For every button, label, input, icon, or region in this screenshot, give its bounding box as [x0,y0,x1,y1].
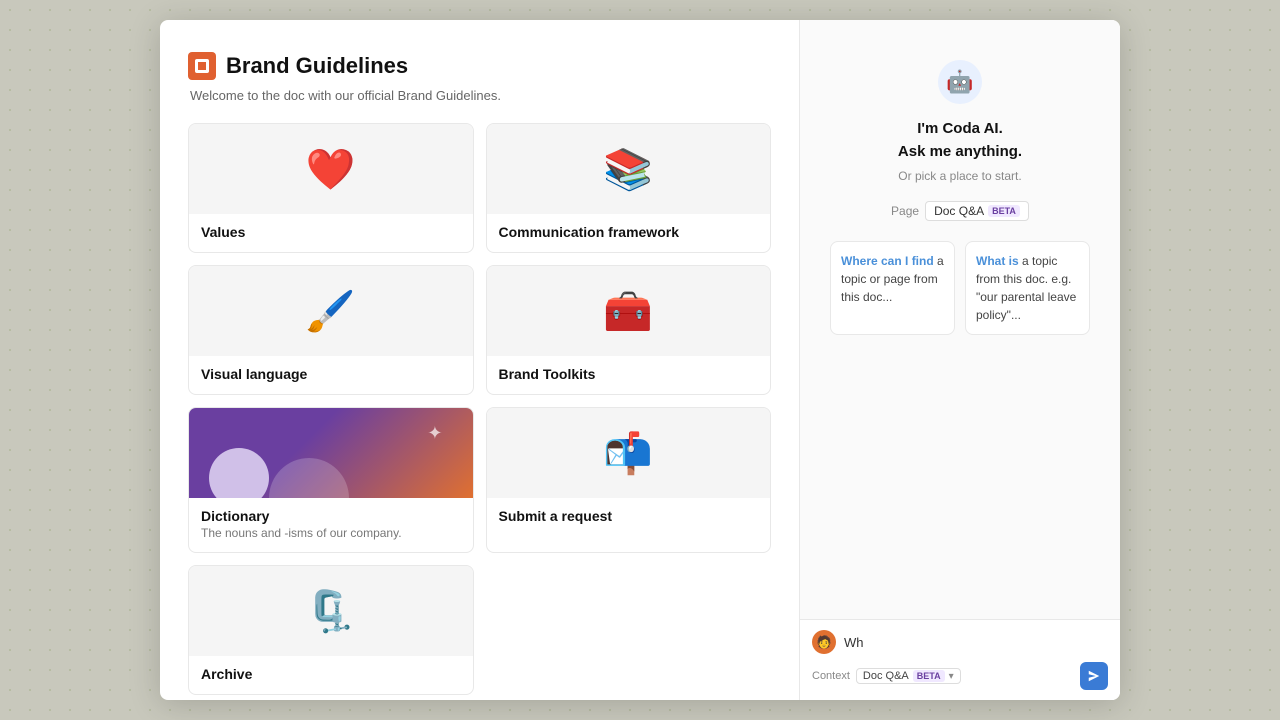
dict-circle-decoration [209,448,269,498]
card-values-image: ❤️ [189,124,473,214]
card-archive[interactable]: 🗜️ Archive [188,565,474,695]
card-comm-image: 📚 [487,124,771,214]
main-window: Brand Guidelines Welcome to the doc with… [160,20,1120,700]
suggestion-card-whatis[interactable]: What is a topic from this doc. e.g. "our… [965,241,1090,335]
right-panel: 🤖 I'm Coda AI. Ask me anything. Or pick … [800,20,1120,700]
card-visual-label: Visual language [201,366,461,382]
tab-docqa[interactable]: Doc Q&A BETA [925,201,1029,221]
ai-section: 🤖 I'm Coda AI. Ask me anything. Or pick … [800,20,1120,619]
card-toolkits-image: 🧰 [487,266,771,356]
card-archive-image: 🗜️ [189,566,473,656]
suggestion-whatis-highlight: What is [976,254,1019,268]
card-communication-framework[interactable]: 📚 Communication framework [486,123,772,253]
card-archive-label: Archive [201,666,461,682]
chat-context-row: Context Doc Q&A BETA ▾ [812,662,1108,690]
card-dictionary[interactable]: ✦ Dictionary The nouns and -isms of our … [188,407,474,553]
coda-logo-inner [195,59,209,73]
context-chevron-down-icon: ▾ [949,671,954,682]
context-docqa-pill[interactable]: Doc Q&A BETA ▾ [856,668,961,684]
context-row-left: Context Doc Q&A BETA ▾ [812,668,961,684]
suggestion-find-highlight: Where can I find [841,254,934,268]
card-dictionary-label: Dictionary [201,508,461,524]
ai-greeting: I'm Coda AI. Ask me anything. [898,118,1022,163]
card-comm-label: Communication framework [499,224,759,240]
suggestion-card-find[interactable]: Where can I find a topic or page from th… [830,241,955,335]
context-row-label: Context [812,670,850,682]
send-icon [1087,669,1101,683]
page-title: Brand Guidelines [226,53,408,79]
context-docqa-text: Doc Q&A [863,670,909,682]
card-submit-label: Submit a request [499,508,759,524]
doc-header: Brand Guidelines [188,52,771,80]
context-tabs-label: Page [891,204,919,218]
doc-subtitle: Welcome to the doc with our official Bra… [188,88,771,103]
submit-icon: 📬 [603,430,653,477]
beta-badge: BETA [988,205,1020,217]
toolkits-icon: 🧰 [603,288,653,335]
left-panel: Brand Guidelines Welcome to the doc with… [160,20,800,700]
card-submit-label-area: Submit a request [487,498,771,536]
card-dictionary-image: ✦ [189,408,473,498]
ai-greeting-line2: Ask me anything. [898,141,1022,164]
suggestion-cards: Where can I find a topic or page from th… [820,241,1100,335]
card-visual-language[interactable]: 🖌️ Visual language [188,265,474,395]
send-button[interactable] [1080,662,1108,690]
context-tabs: Page Doc Q&A BETA [891,201,1029,221]
ai-subtext: Or pick a place to start. [898,169,1021,183]
card-values[interactable]: ❤️ Values [188,123,474,253]
card-submit-request[interactable]: 📬 Submit a request [486,407,772,553]
ai-greeting-line1: I'm Coda AI. [898,118,1022,141]
card-values-label: Values [201,224,461,240]
dict-star-decoration: ✦ [427,423,442,444]
card-toolkits-label: Brand Toolkits [499,366,759,382]
ai-avatar-icon: 🤖 [938,60,982,104]
user-avatar: 🧑 [812,630,836,654]
card-archive-label-area: Archive [189,656,473,694]
card-dictionary-label-area: Dictionary The nouns and -isms of our co… [189,498,473,552]
values-icon: ❤️ [306,146,356,193]
dict-arch-decoration [269,458,349,498]
visual-icon: 🖌️ [306,288,356,335]
card-dictionary-desc: The nouns and -isms of our company. [201,526,461,540]
card-visual-label-area: Visual language [189,356,473,394]
card-submit-image: 📬 [487,408,771,498]
card-visual-image: 🖌️ [189,266,473,356]
card-values-label-area: Values [189,214,473,252]
chat-user-row: 🧑 [812,630,1108,654]
tab-docqa-label: Doc Q&A [934,204,984,218]
chat-input-area: 🧑 Context Doc Q&A BETA ▾ [800,619,1120,700]
comm-icon: 📚 [603,146,653,193]
card-toolkits-label-area: Brand Toolkits [487,356,771,394]
cards-grid: ❤️ Values 📚 Communication framework 🖌️ [188,123,771,695]
card-brand-toolkits[interactable]: 🧰 Brand Toolkits [486,265,772,395]
coda-logo-icon [188,52,216,80]
card-comm-label-area: Communication framework [487,214,771,252]
archive-icon: 🗜️ [306,588,356,635]
context-beta-badge: BETA [913,670,945,682]
chat-text-input[interactable] [844,635,1108,650]
